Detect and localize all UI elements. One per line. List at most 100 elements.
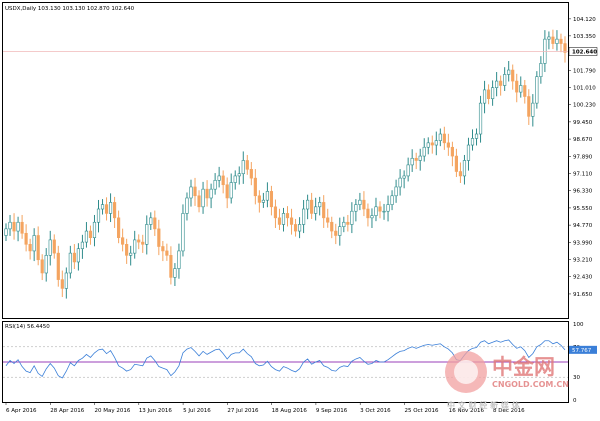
candle-body: [225, 184, 229, 199]
candle-body: [507, 69, 511, 75]
candle-body: [80, 241, 85, 250]
candle-body: [52, 239, 56, 254]
candle-body: [386, 204, 390, 212]
candle-body: [519, 85, 523, 93]
candle-body: [470, 138, 475, 146]
watermark-brand: 中金网: [492, 355, 555, 379]
candle-body: [60, 279, 64, 289]
candle-body: [527, 96, 531, 117]
price-tick-label: 103.350: [573, 34, 596, 40]
candle-body: [161, 246, 165, 252]
time-tick-label: 3 Oct 2016: [360, 408, 391, 414]
price-tick-label: 98.670: [573, 137, 593, 143]
candle-body: [277, 217, 282, 225]
candle-body: [410, 157, 414, 166]
candle-body: [92, 221, 97, 238]
candle-body: [72, 252, 76, 263]
candle-body: [173, 268, 177, 278]
candle-body: [185, 197, 189, 214]
candle-body: [297, 224, 302, 232]
time-tick-label: 25 Oct 2016: [404, 408, 439, 414]
price-tick-label: 93.210: [573, 258, 593, 264]
candle-body: [378, 206, 382, 212]
candle-body: [76, 248, 80, 263]
candle-body: [133, 239, 137, 254]
time-tick-label: 20 May 2016: [95, 408, 131, 414]
candle-body: [137, 239, 141, 243]
price-tick-label: 96.330: [573, 189, 593, 195]
candle-body: [257, 195, 261, 203]
candle-body: [426, 142, 430, 148]
price-tick-label: 101.790: [573, 68, 596, 74]
candle-body: [181, 213, 185, 252]
candle-body: [406, 164, 410, 177]
candle-body: [36, 235, 40, 261]
candle-body: [285, 213, 290, 219]
candle-body: [96, 208, 101, 223]
candle-body: [466, 144, 471, 161]
price-candles: [4, 29, 567, 299]
candle-body: [551, 36, 555, 44]
rsi-tick-label: 0: [573, 398, 577, 404]
candle-body: [438, 133, 442, 141]
candle-body: [555, 38, 559, 44]
candle-body: [563, 43, 567, 53]
candle-body: [511, 69, 515, 82]
candle-body: [306, 199, 310, 210]
candle-body: [346, 221, 350, 225]
candle-body: [458, 171, 463, 177]
rsi-header: RSI(14) 56.4450: [5, 324, 50, 330]
candle-body: [430, 142, 434, 146]
price-tick-label: 99.450: [573, 120, 593, 126]
rsi-tick-label: 100: [573, 322, 584, 328]
candle-body: [374, 206, 378, 216]
candle-body: [84, 230, 89, 243]
price-pane[interactable]: [2, 2, 569, 319]
candle-body: [217, 175, 221, 181]
candle-body: [157, 228, 161, 247]
price-tick-label: 94.770: [573, 223, 593, 229]
price-tick-label: 97.890: [573, 154, 593, 160]
price-tick-label: 95.550: [573, 206, 593, 212]
candle-body: [442, 133, 446, 144]
candle-body: [197, 195, 201, 208]
candle-body: [108, 202, 113, 214]
candle-body: [189, 186, 193, 199]
candle-body: [322, 202, 326, 219]
candle-body: [398, 177, 402, 188]
candle-body: [201, 188, 205, 208]
candle-body: [547, 36, 551, 40]
rsi-axis[interactable]: 10070300: [573, 322, 584, 404]
chart-window[interactable]: USDX,Daily 103.130 103.130 102.870 102.6…: [0, 0, 600, 421]
candle-body: [8, 221, 12, 230]
candle-body: [121, 237, 125, 245]
candle-body: [261, 199, 265, 203]
candle-body: [382, 210, 386, 213]
candle-body: [177, 250, 181, 269]
time-tick-label: 18 Aug 2016: [272, 408, 308, 414]
candle-body: [48, 239, 52, 256]
chart-header: USDX,Daily 103.130 103.130 102.870 102.6…: [5, 6, 135, 12]
candle-body: [402, 175, 406, 179]
candle-body: [88, 230, 93, 238]
candle-body: [68, 252, 72, 274]
candle-body: [422, 146, 426, 157]
candle-body: [486, 89, 491, 100]
candle-body: [149, 217, 153, 225]
candle-body: [269, 191, 274, 208]
price-tick-label: 91.650: [573, 292, 593, 298]
candle-body: [253, 177, 257, 197]
candle-body: [342, 221, 346, 227]
price-tick-label: 101.010: [573, 85, 596, 91]
candle-body: [539, 63, 543, 77]
candle-body: [273, 206, 278, 219]
candle-body: [454, 155, 458, 172]
price-tick-label: 104.120: [573, 17, 596, 23]
price-axis[interactable]: 104.120 103.350 101.790 101.010 100.230 99.45…: [568, 17, 596, 298]
time-tick-label: 9 Sep 2016: [316, 408, 348, 414]
candle-body: [145, 224, 149, 245]
candle-body: [491, 87, 495, 100]
candle-body: [482, 89, 487, 104]
candle-body: [113, 202, 117, 219]
candle-body: [44, 255, 48, 274]
